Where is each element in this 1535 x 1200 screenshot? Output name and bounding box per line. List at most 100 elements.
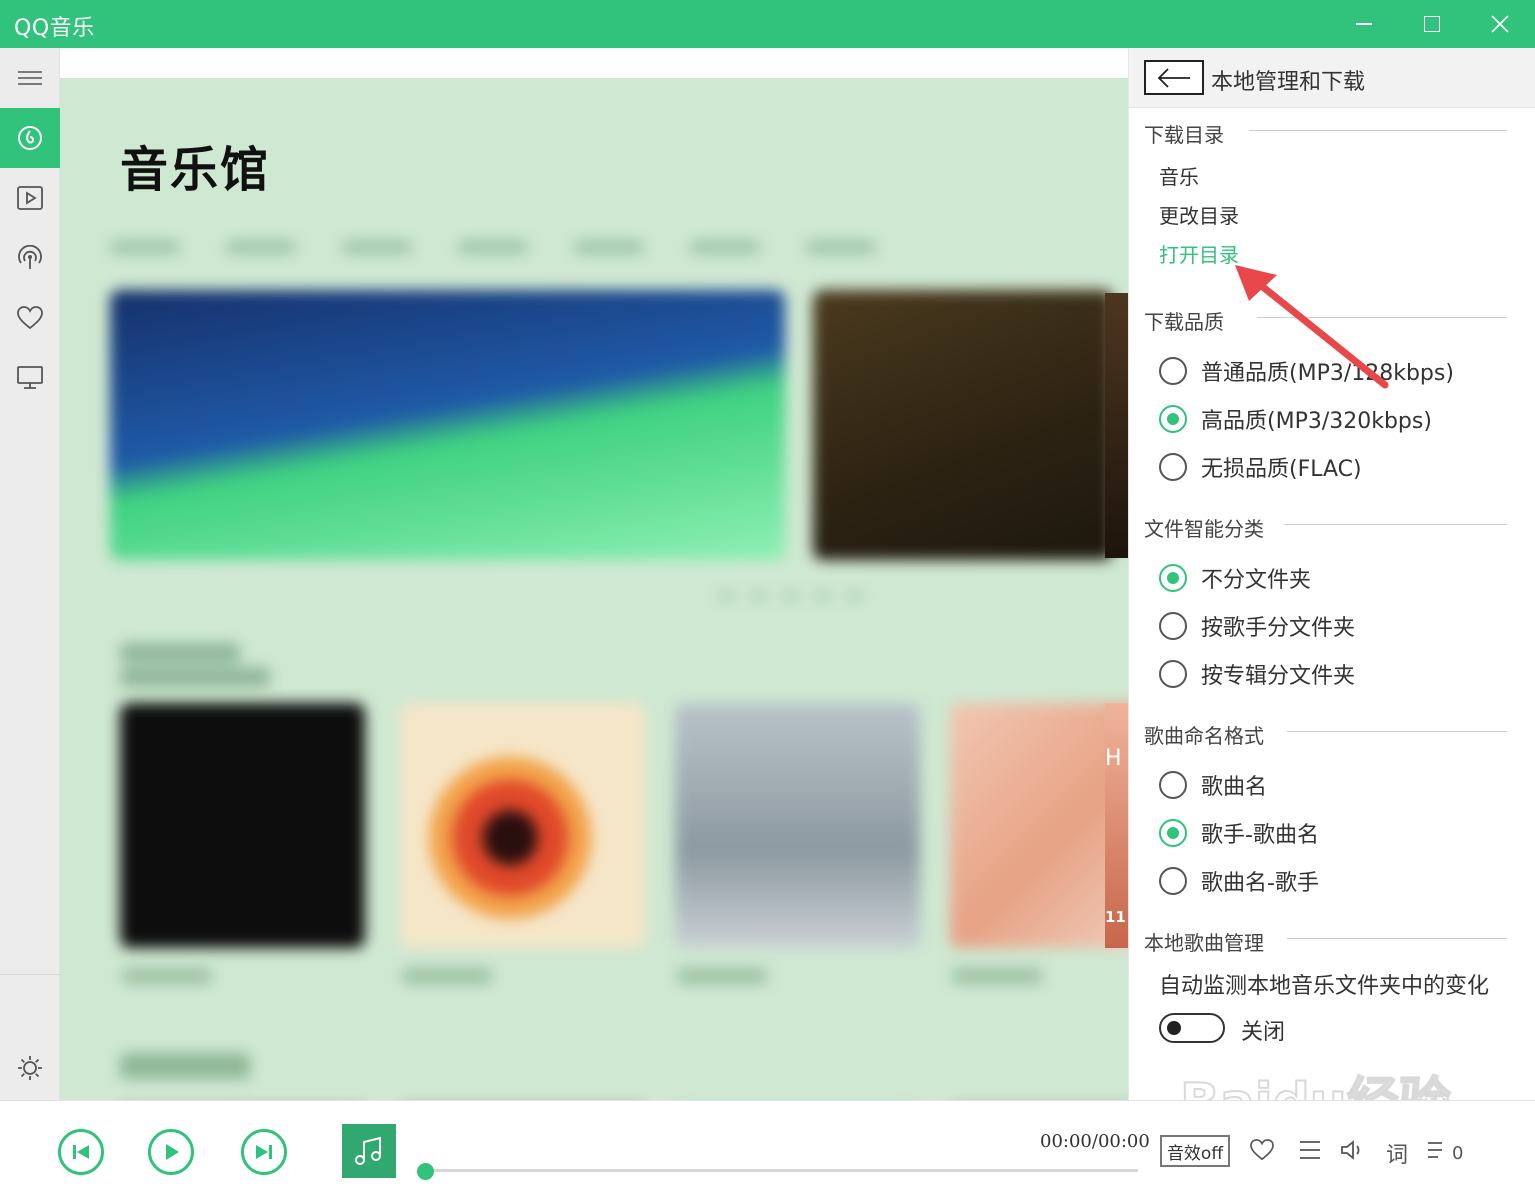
radio-button[interactable] [1159, 867, 1187, 895]
playlist-card[interactable] [120, 703, 365, 948]
radio-button[interactable] [1159, 612, 1187, 640]
minimize-icon [1356, 23, 1372, 25]
video-icon [17, 186, 43, 210]
next-button[interactable] [241, 1129, 287, 1175]
volume-button[interactable] [1340, 1139, 1364, 1166]
playlist-card[interactable] [950, 703, 1128, 948]
classify-option-none[interactable]: 不分文件夹 [1159, 561, 1311, 595]
naming-option-song-artist[interactable]: 歌曲名-歌手 [1159, 864, 1319, 898]
close-button[interactable] [1466, 0, 1534, 48]
music-hall-icon [18, 126, 42, 150]
quality-option-high[interactable]: 高品质(MP3/320kbps) [1159, 402, 1432, 436]
secondary-banner[interactable] [813, 290, 1113, 560]
card-caption [402, 968, 492, 984]
toggle-knob [1167, 1021, 1181, 1035]
local-manage-title: 本地歌曲管理 [1144, 931, 1264, 955]
naming-option-artist-song[interactable]: 歌手-歌曲名 [1159, 816, 1319, 850]
divider [1284, 524, 1507, 525]
heart-icon [1250, 1139, 1274, 1161]
nav-local-device[interactable] [0, 348, 60, 408]
radio-icon [18, 245, 42, 269]
previous-icon [73, 1145, 89, 1159]
heart-icon [17, 306, 43, 330]
playlist-card[interactable] [400, 703, 645, 948]
sound-effect-button[interactable]: 音效off [1160, 1135, 1230, 1167]
close-icon [1491, 15, 1509, 33]
settings-sun-icon [18, 1056, 42, 1080]
open-dir-link[interactable]: 打开目录 [1159, 239, 1239, 268]
nav-settings[interactable] [0, 1038, 60, 1098]
card-caption [122, 968, 212, 984]
classify-option-artist[interactable]: 按歌手分文件夹 [1159, 609, 1355, 643]
quality-option-lossless[interactable]: 无损品质(FLAC) [1159, 450, 1362, 484]
card-caption [952, 968, 1042, 984]
list-icon [1300, 1141, 1320, 1159]
banner-peek [1105, 293, 1128, 558]
naming-option-song[interactable]: 歌曲名 [1159, 768, 1267, 802]
radio-button-selected[interactable] [1159, 564, 1187, 592]
change-dir-link[interactable]: 更改目录 [1159, 200, 1239, 229]
radio-button[interactable] [1159, 453, 1187, 481]
playlist-button[interactable] [1426, 1139, 1450, 1166]
category-tabs [110, 228, 1100, 268]
hamburger-icon [18, 71, 42, 85]
main-content: 音乐馆 H 11 [60, 48, 1128, 1100]
minimize-button[interactable] [1330, 0, 1398, 48]
nav-divider [0, 974, 60, 975]
content-overlay: 音乐馆 H 11 [60, 78, 1128, 1100]
player-bar: 00:00/00:00 音效off 词 0 [0, 1100, 1535, 1200]
card-peek-text: H [1105, 746, 1122, 771]
nav-menu[interactable] [0, 48, 60, 108]
play-mode-button[interactable] [1298, 1139, 1322, 1166]
quality-title: 下载品质 [1144, 310, 1224, 334]
section-header [120, 1053, 250, 1079]
classify-title: 文件智能分类 [1144, 517, 1264, 541]
panel-header: 本地管理和下载 [1129, 48, 1535, 108]
album-cover[interactable] [342, 1124, 396, 1178]
radio-button[interactable] [1159, 660, 1187, 688]
featured-banner[interactable] [110, 290, 785, 560]
playlist-count: 0 [1452, 1143, 1464, 1164]
playlist-icon [1428, 1142, 1442, 1158]
quality-option-standard[interactable]: 普通品质(MP3/128kbps) [1159, 354, 1454, 388]
previous-button[interactable] [58, 1129, 104, 1175]
carousel-dots [710, 588, 890, 604]
page-title: 音乐馆 [120, 142, 271, 198]
download-dir-title: 下载目录 [1144, 123, 1224, 147]
radio-button[interactable] [1159, 771, 1187, 799]
next-icon [256, 1145, 272, 1159]
radio-button-selected[interactable] [1159, 405, 1187, 433]
monitor-toggle[interactable] [1159, 1013, 1225, 1043]
back-button[interactable] [1144, 60, 1204, 95]
title-bar: QQ音乐 [0, 0, 1535, 48]
section-header [120, 643, 440, 687]
progress-track[interactable] [425, 1169, 1138, 1172]
lyrics-button[interactable]: 词 [1386, 1137, 1408, 1169]
play-button[interactable] [148, 1129, 194, 1175]
like-button[interactable] [1250, 1139, 1274, 1166]
nav-radio[interactable] [0, 228, 60, 288]
card-peek-count: 11 [1105, 908, 1126, 926]
volume-icon [1341, 1140, 1360, 1160]
playback-time: 00:00/00:00 [1040, 1131, 1150, 1152]
divider [1257, 317, 1507, 318]
classify-option-album[interactable]: 按专辑分文件夹 [1159, 657, 1355, 691]
progress-handle[interactable] [417, 1163, 434, 1180]
nav-favorites[interactable] [0, 288, 60, 348]
radio-button[interactable] [1159, 357, 1187, 385]
music-note-icon [355, 1136, 381, 1165]
app-title: QQ音乐 [14, 16, 95, 41]
maximize-button[interactable] [1398, 0, 1466, 48]
card-caption [677, 968, 767, 984]
panel-title: 本地管理和下载 [1211, 70, 1366, 95]
nav-video[interactable] [0, 168, 60, 228]
radio-button-selected[interactable] [1159, 819, 1187, 847]
local-download-panel: 本地管理和下载 下载目录 音乐 更改目录 打开目录 下载品质 普通品质(MP3/… [1128, 48, 1535, 1100]
nav-music-hall[interactable] [0, 108, 60, 168]
divider [1287, 731, 1507, 732]
qq-music-window: QQ音乐 音乐馆 H 11 本地管理和下载 下载目录 音乐 更改目录 打开目录 … [0, 0, 1535, 1200]
naming-title: 歌曲命名格式 [1144, 724, 1264, 748]
monitor-description: 自动监测本地音乐文件夹中的变化 [1159, 974, 1490, 999]
maximize-icon [1424, 16, 1440, 32]
playlist-card[interactable] [675, 703, 920, 948]
